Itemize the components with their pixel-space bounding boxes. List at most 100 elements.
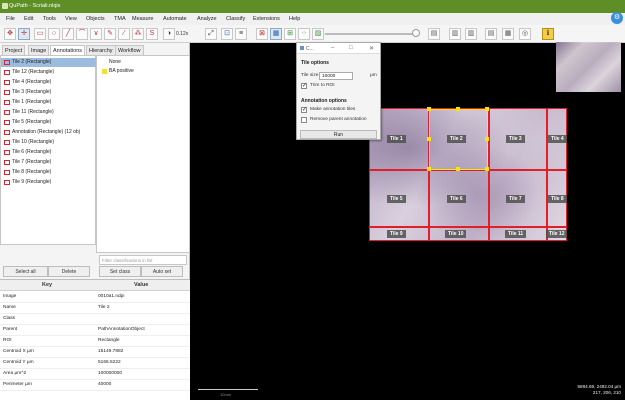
class-color-swatch [102,69,107,74]
auto-set-button[interactable]: Auto set [141,266,183,277]
list-item[interactable]: Tile 7 (Rectangle) [1,158,97,167]
annotation-list[interactable]: Tile 2 (Rectangle) Tile 12 (Rectangle) T… [0,55,97,245]
list-item[interactable]: BA positive [97,67,191,76]
list-item[interactable]: Tile 9 (Rectangle) [1,178,97,187]
rectangle-icon [4,90,10,95]
move-crosshair-icon[interactable]: ✛ [18,28,30,40]
brightness-contrast-icon[interactable]: ◑ [163,28,175,40]
zoom-to-fit-icon[interactable]: ⤢ [205,28,217,40]
menu-automate[interactable]: Automate [163,16,187,22]
remove-parent-checkbox[interactable] [301,117,307,123]
table-row: Perimeter µm 40000 [0,380,190,391]
selection-mode-icon[interactable]: S [146,28,158,40]
dialog-title-bar: C... – □ ✕ [297,43,380,54]
menu-help[interactable]: Help [289,16,300,22]
list-item[interactable]: Tile 8 (Rectangle) [1,168,97,177]
overview-thumbnail[interactable] [556,42,621,92]
table-row: Image 0010a1.ndpi [0,292,190,303]
scale-bar [198,389,258,390]
resize-handle[interactable] [427,137,431,141]
table-row: Centroid Y µm 5166.5222 [0,358,190,369]
zoom-value: 0.12x [176,31,189,37]
wand-tool-icon[interactable]: ⁄ [118,28,130,40]
menu-measure[interactable]: Measure [132,16,153,22]
overview-icon[interactable]: ⊡ [221,28,233,40]
select-all-button[interactable]: Select all [3,266,48,277]
tile-size-field[interactable]: 10000 [319,72,353,80]
ellipse-tool-icon[interactable]: ○ [48,28,60,40]
delete-button[interactable]: Delete [48,266,90,277]
trim-to-roi-checkbox[interactable]: ✓ [301,83,307,89]
list-item[interactable]: Tile 2 (Rectangle) [1,58,97,67]
list-item[interactable]: Tile 6 (Rectangle) [1,148,97,157]
menu-tools[interactable]: Tools [43,16,56,22]
detection-table-icon[interactable]: ▥ [465,28,477,40]
scalebar-icon[interactable]: ≡ [235,28,247,40]
list-item[interactable]: Tile 10 (Rectangle) [1,138,97,147]
line-tool-icon[interactable]: ╱ [62,28,74,40]
list-item[interactable]: Tile 5 (Rectangle) [1,118,97,127]
opacity-slider[interactable] [325,33,415,35]
fill-annotations-icon[interactable]: ▦ [270,28,282,40]
measurement-table-icon[interactable]: ▥ [449,28,461,40]
resize-handle[interactable] [485,167,489,171]
list-item[interactable]: Annotation (Rectangle) (12 obj [1,128,97,137]
resize-handle[interactable] [427,107,431,111]
menu-classify[interactable]: Classify [226,16,245,22]
menu-view[interactable]: View [65,16,77,22]
list-item[interactable]: Tile 3 (Rectangle) [1,88,97,97]
tile-label: Tile 5 [387,195,406,203]
panel-tabs: Project Image Annotations Hierarchy Work… [0,43,190,56]
run-button[interactable]: Run [300,130,377,139]
menu-file[interactable]: File [6,16,15,22]
close-icon[interactable]: ✕ [369,45,374,52]
resize-handle[interactable] [456,167,460,171]
properties-table: Key Value Image 0010a1.ndpi Name Tile 2 Cl… [0,279,190,400]
resize-handle[interactable] [427,167,431,171]
list-item[interactable]: Tile 12 (Rectangle) [1,68,97,77]
list-item[interactable]: None [97,58,191,67]
class-list[interactable]: None BA positive [96,55,190,253]
points-tool-icon[interactable]: ⁂ [132,28,144,40]
list-item[interactable]: Tile 11 (Rectangle) [1,108,97,117]
list-item[interactable]: Tile 4 (Rectangle) [1,78,97,87]
trim-to-roi-label: Trim to ROI [310,83,335,88]
opacity-slider-knob[interactable] [412,29,420,37]
show-tma-icon[interactable]: ⊞ [284,28,296,40]
menu-edit[interactable]: Edit [24,16,33,22]
annotation-table-icon[interactable]: ▤ [485,28,497,40]
title-bar: QuPath - Scriali.nlqis [0,0,625,13]
rectangle-tool-icon[interactable]: ▭ [34,28,46,40]
resize-handle[interactable] [485,107,489,111]
log-icon[interactable]: ◎ [519,28,531,40]
help-icon[interactable]: ℹ [542,28,554,40]
rectangle-icon [4,120,10,125]
brush-tool-icon[interactable]: ✎ [104,28,116,40]
resize-handle[interactable] [485,137,489,141]
selected-tile-outline[interactable] [427,107,489,171]
show-detections-icon[interactable]: ⁘ [298,28,310,40]
menu-extensions[interactable]: Extensions [253,16,280,22]
minimize-icon[interactable]: – [331,45,334,51]
maximize-icon[interactable]: □ [349,45,353,51]
rectangle-icon [4,80,10,85]
resize-handle[interactable] [456,107,460,111]
toolbar: ✥ ✛ ▭ ○ ╱ ⌒ ∨ ✎ ⁄ ⁂ S ◑ 0.12x ⤢ ⊡ ≡ ⊠ ▦ … [0,25,625,43]
list-item[interactable]: Tile 1 (Rectangle) [1,98,97,107]
polygon-tool-icon[interactable]: ⌒ [76,28,88,40]
polyline-tool-icon[interactable]: ∨ [90,28,102,40]
menu-tma[interactable]: TMA [114,16,126,22]
gear-icon[interactable]: ⚙ [611,12,623,24]
tma-table-icon[interactable]: ▦ [502,28,514,40]
make-annotation-tiles-checkbox[interactable]: ✓ [301,107,307,113]
fill-detections-icon[interactable]: ▨ [312,28,324,40]
table-row: Class [0,314,190,325]
menu-analyze[interactable]: Analyze [197,16,217,22]
show-annotations-icon[interactable]: ⊠ [256,28,268,40]
move-tool-icon[interactable]: ✥ [4,28,16,40]
menu-objects[interactable]: Objects [86,16,105,22]
grid-icon[interactable]: ▤ [428,28,440,40]
set-class-button[interactable]: Set class [99,266,141,277]
class-filter-input[interactable]: Filter classifications in list [99,255,187,265]
rectangle-icon [4,100,10,105]
